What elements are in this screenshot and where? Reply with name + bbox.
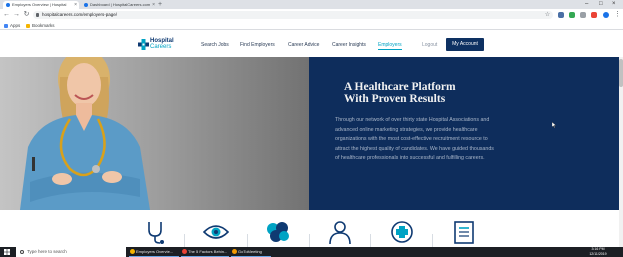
close-tab-icon[interactable]: × — [74, 1, 77, 9]
extension-icon[interactable] — [580, 12, 586, 18]
address-bar[interactable]: hospitalcareers.com/employers-page/ — [33, 11, 553, 19]
feature-divider — [370, 234, 371, 247]
taskbar-search-box[interactable]: Type here to search — [16, 247, 126, 257]
profile-avatar[interactable] — [603, 12, 609, 18]
menu-kebab-icon[interactable]: ⋮ — [613, 10, 622, 20]
tab-title: Dashboard | HospitalCareers.com — [90, 2, 151, 7]
eye-icon — [203, 225, 229, 239]
feature-divider — [184, 234, 185, 247]
logo-text-line2: Careers — [150, 44, 172, 50]
taskbar-app-gotomeeting[interactable]: GoToMeeting — [231, 247, 271, 257]
taskbar-app-chrome-factors[interactable]: The 5 Factors Behin... — [181, 247, 229, 257]
hero-description: Through our network of over thirty state… — [335, 117, 494, 162]
site-favicon-icon — [84, 3, 88, 7]
document-icon — [454, 221, 474, 244]
apps-grid-icon — [4, 24, 8, 28]
bookmarks-bar: Apps Bookmarks — [0, 21, 623, 30]
bookmark-apps[interactable]: Apps — [4, 21, 20, 30]
star-icon[interactable]: ☆ — [543, 10, 552, 20]
hero-title: A Healthcare Platform With Proven Result… — [344, 81, 504, 105]
site-header: Hospital Careers Search Jobs Find Employ… — [0, 30, 623, 57]
person-icon — [329, 221, 351, 244]
bookmark-label: Bookmarks — [32, 23, 55, 28]
extension-icon[interactable] — [558, 12, 564, 18]
nurse-illustration — [0, 57, 309, 210]
nav-career-insights[interactable]: Career Insights — [332, 42, 366, 48]
taskbar-app-label: The 5 Factors Behin... — [188, 249, 228, 254]
url-text: hospitalcareers.com/employers-page/ — [42, 12, 118, 17]
taskbar-app-label: Employers Overvie... — [136, 249, 174, 254]
lock-icon — [36, 13, 39, 17]
taskbar-clock[interactable]: 3:16 PM 12/11/2019 — [586, 247, 610, 257]
gotomeeting-icon — [232, 249, 237, 254]
nav-employers[interactable]: Employers — [378, 42, 402, 48]
tab-title: Employers Overview | Hospital — [12, 2, 67, 7]
nav-find-employers[interactable]: Find Employers — [240, 42, 275, 48]
mouse-cursor-icon — [552, 122, 556, 128]
medical-cross-icon — [391, 221, 413, 243]
feature-divider — [247, 234, 248, 247]
logo-mark-icon — [138, 39, 149, 50]
hospital-careers-logo[interactable]: Hospital Careers — [138, 38, 182, 51]
brain-icon — [267, 222, 289, 242]
nurse-photo — [0, 57, 309, 210]
bookmark-label: Apps — [10, 23, 21, 28]
nav-career-advice[interactable]: Career Advice — [288, 42, 319, 48]
active-nav-indicator — [378, 49, 402, 50]
nav-search-jobs[interactable]: Search Jobs — [201, 42, 229, 48]
close-tab-icon[interactable]: × — [152, 1, 155, 9]
site-favicon-icon — [6, 3, 10, 7]
windows-taskbar: Type here to search Employers Overvie...… — [0, 247, 623, 257]
folder-icon — [26, 24, 30, 28]
extension-icon[interactable] — [591, 12, 597, 18]
taskbar-app-chrome-employers[interactable]: Employers Overvie... — [129, 247, 179, 257]
windows-start-icon[interactable] — [4, 249, 10, 255]
chrome-icon — [130, 249, 135, 254]
taskbar-app-label: GoToMeeting — [238, 249, 262, 254]
tab-dashboard[interactable]: Dashboard | HospitalCareers.com × — [81, 1, 157, 9]
clock-date: 12/11/2019 — [589, 252, 607, 256]
extension-icon[interactable] — [569, 12, 575, 18]
taskbar-search-placeholder: Type here to search — [27, 249, 67, 254]
logout-link[interactable]: Logout — [422, 42, 437, 48]
feature-divider — [432, 234, 433, 247]
browser-tabstrip: Employers Overview | Hospital × Dashboar… — [0, 0, 623, 9]
close-window-icon[interactable]: × — [612, 0, 616, 9]
browser-toolbar: ← → ↻ hospitalcareers.com/employers-page… — [0, 9, 623, 21]
scrollbar-thumb[interactable] — [619, 59, 623, 87]
maximize-icon[interactable]: □ — [599, 0, 603, 9]
minimize-icon[interactable]: – — [585, 0, 588, 9]
stethoscope-icon — [148, 222, 164, 244]
feature-divider — [309, 234, 310, 247]
forward-icon[interactable]: → — [12, 10, 21, 20]
my-account-button[interactable]: My Account — [446, 38, 484, 51]
chrome-icon — [182, 249, 187, 254]
reload-icon[interactable]: ↻ — [22, 10, 31, 20]
hero-title-line1: A Healthcare Platform — [344, 81, 456, 93]
search-icon — [20, 250, 24, 254]
back-icon[interactable]: ← — [2, 10, 11, 20]
hero-section — [0, 57, 619, 210]
bookmark-folder[interactable]: Bookmarks — [26, 21, 55, 30]
tab-employers-overview[interactable]: Employers Overview | Hospital × — [3, 1, 79, 9]
new-tab-icon[interactable]: + — [158, 0, 162, 9]
hero-title-line2: With Proven Results — [344, 93, 446, 105]
